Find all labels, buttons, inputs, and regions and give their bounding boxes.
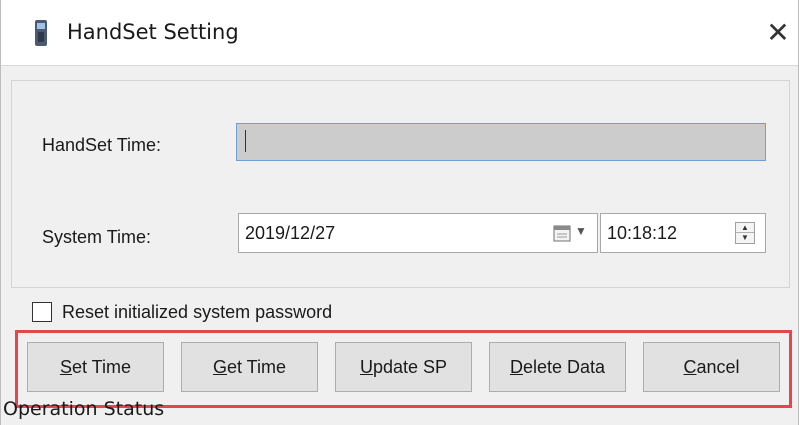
time-spinner[interactable]: ▲ ▼ bbox=[735, 222, 755, 244]
calendar-icon[interactable] bbox=[553, 224, 571, 242]
system-time-picker[interactable]: 10:18:12 ▲ ▼ bbox=[600, 213, 766, 253]
system-date-picker[interactable]: 2019/12/27 ▼ bbox=[238, 213, 598, 253]
delete-data-mnemonic: D bbox=[509, 357, 523, 377]
get-time-label: et Time bbox=[226, 357, 287, 377]
delete-data-label: elete Data bbox=[522, 357, 606, 377]
spin-up-icon[interactable]: ▲ bbox=[736, 223, 754, 233]
handset-icon bbox=[35, 20, 47, 46]
set-time-mnemonic: S bbox=[59, 357, 72, 377]
window-title: HandSet Setting bbox=[67, 20, 239, 44]
set-time-button[interactable]: Set Time bbox=[27, 342, 164, 392]
time-settings-panel: HandSet Time: System Time: 2019/12/27 ▼ … bbox=[11, 80, 790, 288]
set-time-label: et Time bbox=[71, 357, 132, 377]
update-sp-button[interactable]: Update SP bbox=[335, 342, 472, 392]
cancel-mnemonic: C bbox=[683, 357, 697, 377]
close-icon[interactable]: ✕ bbox=[759, 14, 797, 52]
handset-time-field[interactable] bbox=[236, 123, 766, 161]
spin-down-icon[interactable]: ▼ bbox=[736, 233, 754, 243]
get-time-button[interactable]: Get Time bbox=[181, 342, 318, 392]
chevron-down-icon[interactable]: ▼ bbox=[575, 224, 587, 238]
cancel-button[interactable]: Cancel bbox=[643, 342, 780, 392]
get-time-mnemonic: G bbox=[212, 357, 227, 377]
reset-password-label: Reset initialized system password bbox=[62, 302, 333, 322]
update-sp-mnemonic: U bbox=[359, 357, 373, 377]
system-time-label: System Time: bbox=[42, 227, 152, 247]
cancel-label: ancel bbox=[696, 357, 740, 377]
reset-password-checkbox[interactable] bbox=[32, 302, 52, 322]
delete-data-button[interactable]: Delete Data bbox=[489, 342, 626, 392]
system-time-value: 10:18:12 bbox=[607, 223, 678, 243]
system-date-value: 2019/12/27 bbox=[245, 223, 336, 243]
text-caret bbox=[245, 130, 246, 153]
handset-setting-dialog: HandSet Setting ✕ HandSet Time: System T… bbox=[0, 0, 799, 425]
update-sp-label: pdate SP bbox=[372, 357, 448, 377]
handset-time-label: HandSet Time: bbox=[42, 135, 162, 155]
operation-status-label: Operation Status bbox=[3, 398, 165, 420]
title-bar: HandSet Setting ✕ bbox=[1, 0, 798, 66]
